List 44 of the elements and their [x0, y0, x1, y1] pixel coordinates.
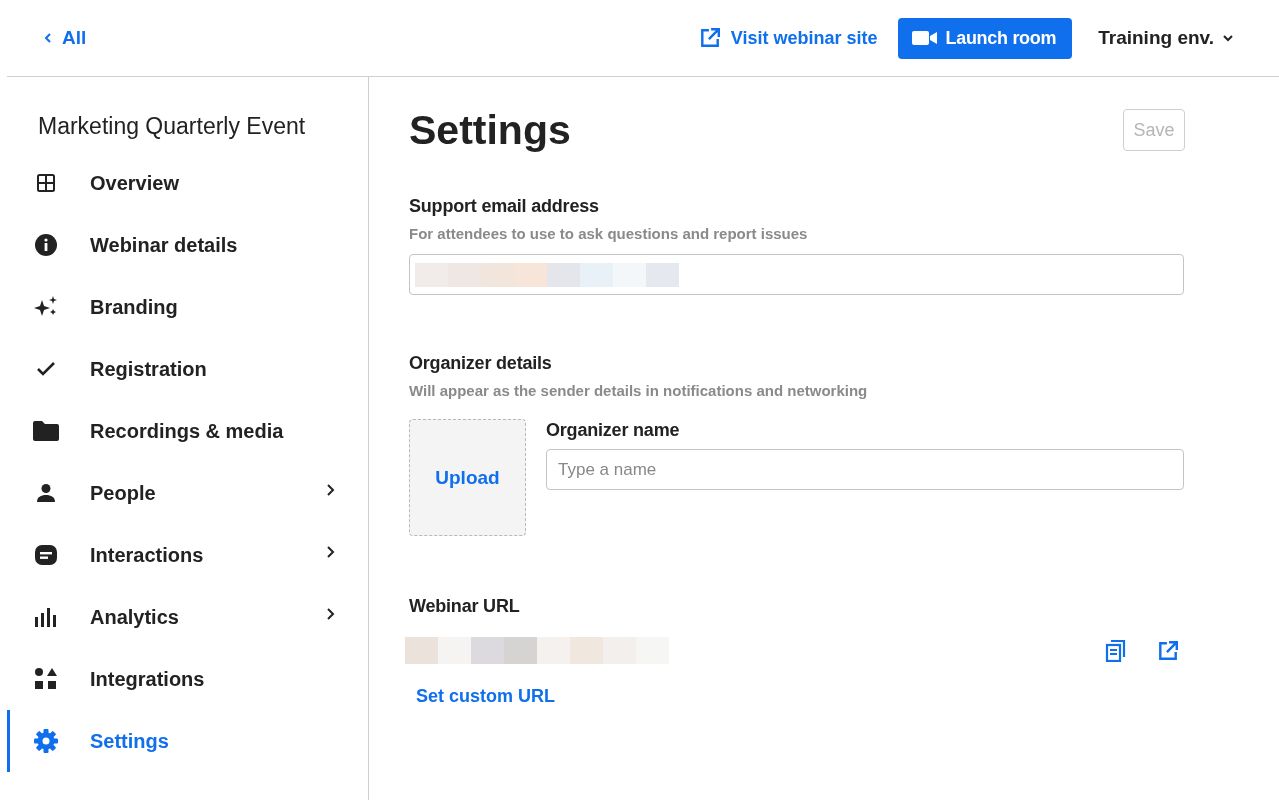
chevron-left-icon: [43, 33, 53, 43]
folder-icon: [33, 421, 59, 441]
check-icon: [36, 361, 56, 377]
sidebar-item[interactable]: Branding: [7, 276, 368, 338]
copy-icon[interactable]: [1105, 639, 1127, 662]
external-link-icon: [698, 27, 721, 49]
person-icon: [36, 483, 56, 503]
video-camera-icon: [911, 30, 938, 46]
section-hint: For attendees to use to ask questions and report issues: [409, 225, 809, 242]
gear-icon: [34, 729, 58, 753]
caret-icon: [1223, 33, 1233, 43]
section-hint: Will appear as the sender details in notifications and networking: [409, 382, 869, 399]
field-label: Organizer name: [546, 420, 681, 441]
organizer-name-field[interactable]: Type a name: [546, 449, 1184, 490]
section-label: Organizer details: [409, 353, 553, 374]
event-title: Marketing Quarterly Event: [37, 113, 307, 140]
sidebar-item[interactable]: Webinar details: [7, 214, 368, 276]
set-custom-url-link[interactable]: Set custom URL: [416, 686, 556, 707]
sidebar-item[interactable]: Settings: [7, 710, 368, 772]
page-title: Settings: [409, 107, 571, 154]
chevron-right-icon: [325, 546, 335, 558]
external-link-icon[interactable]: [1157, 639, 1179, 662]
sidebar-item[interactable]: Integrations: [7, 648, 368, 710]
grid-icon: [36, 173, 56, 193]
bar-chart-icon: [34, 607, 58, 627]
section-label: Support email address: [409, 196, 600, 217]
sidebar-item[interactable]: Analytics: [7, 586, 368, 648]
back-link[interactable]: All: [43, 27, 87, 49]
info-icon: [34, 233, 58, 257]
chevron-right-icon: [325, 608, 335, 620]
environment-dropdown[interactable]: Training env.: [1092, 27, 1239, 49]
launch-room-button[interactable]: Launch room: [897, 17, 1073, 59]
sidebar-item[interactable]: Overview: [7, 152, 368, 214]
email-field[interactable]: [409, 254, 1184, 295]
sidebar-item[interactable]: Interactions: [7, 524, 368, 586]
sidebar-item[interactable]: Registration: [7, 338, 368, 400]
shapes-icon: [34, 667, 58, 691]
chat-icon: [34, 544, 58, 566]
section-label: Webinar URL: [409, 596, 521, 617]
sidebar-item[interactable]: People: [7, 462, 368, 524]
visit-site-link[interactable]: Visit webinar site: [698, 27, 878, 49]
upload-button[interactable]: Upload: [409, 419, 526, 536]
sidebar-item[interactable]: Recordings & media: [7, 400, 368, 462]
chevron-right-icon: [325, 484, 335, 496]
